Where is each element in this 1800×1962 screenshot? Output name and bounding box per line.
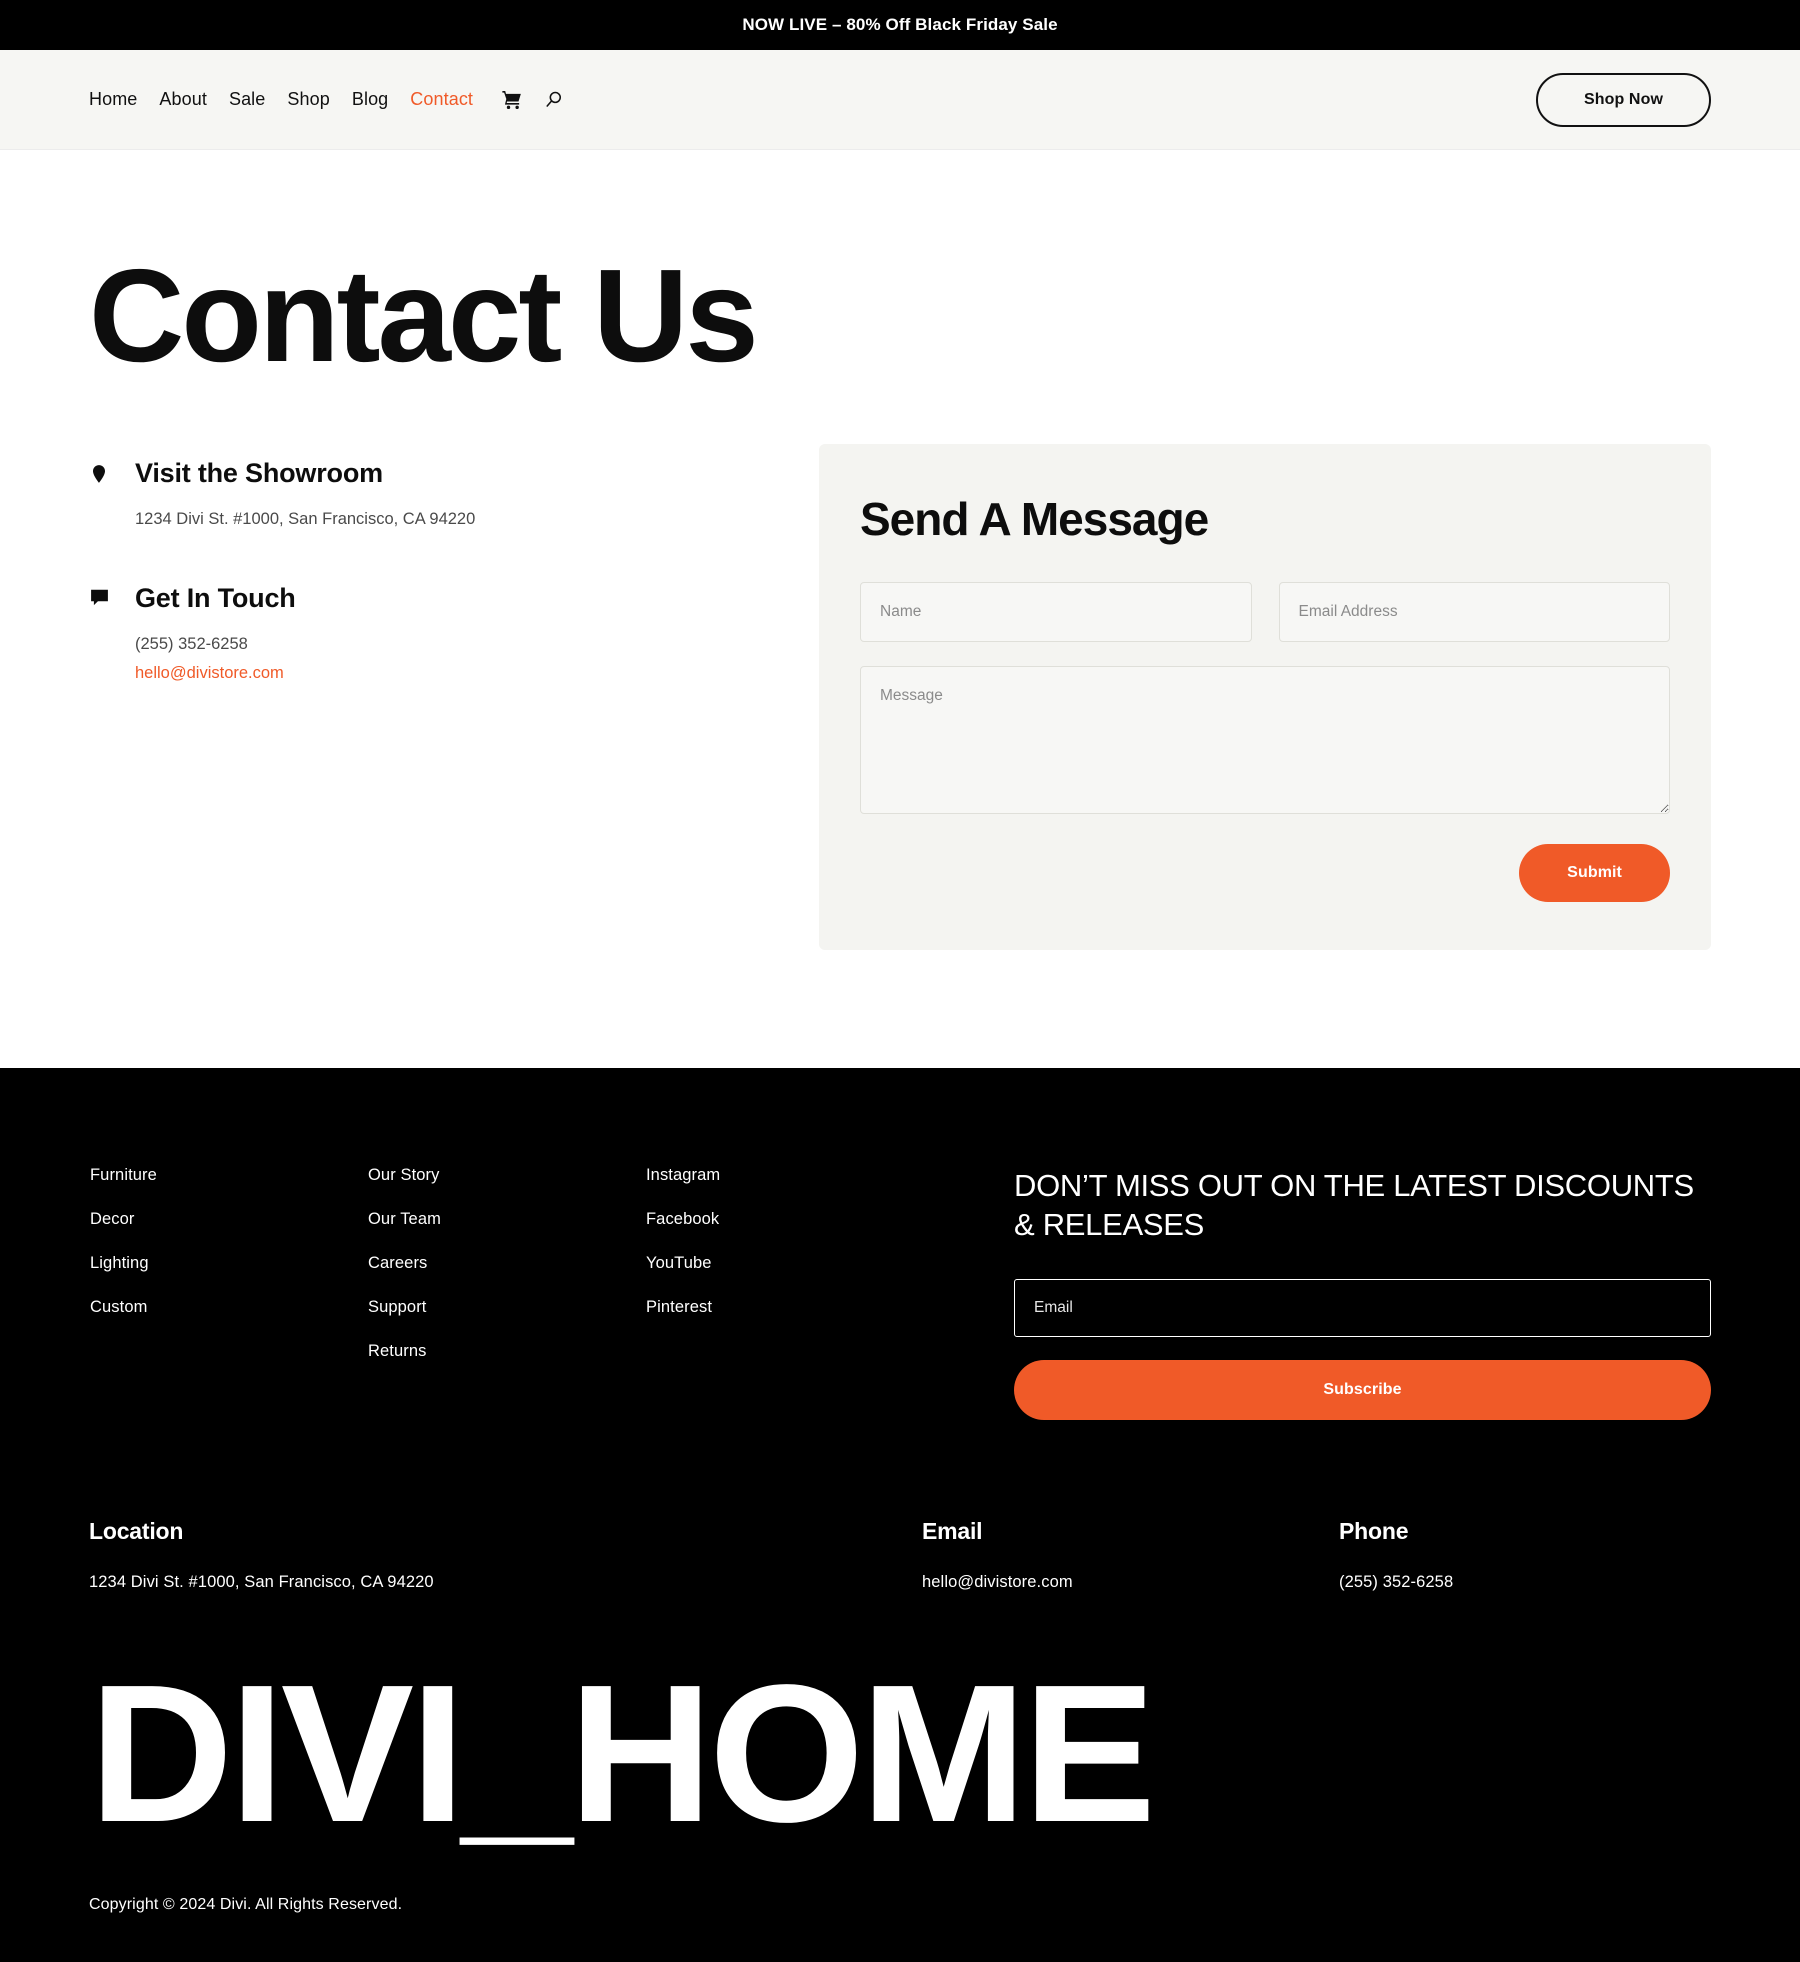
- subscribe-button[interactable]: Subscribe: [1014, 1359, 1711, 1420]
- footer-link-instagram[interactable]: Instagram: [646, 1166, 924, 1185]
- footer-link-furniture[interactable]: Furniture: [90, 1166, 368, 1185]
- footer-location-block: Location 1234 Divi St. #1000, San Franci…: [89, 1518, 922, 1592]
- contact-email-link[interactable]: hello@divistore.com: [135, 659, 284, 688]
- header-icon-group: [501, 89, 565, 111]
- nav-item-contact[interactable]: Contact: [410, 89, 473, 110]
- footer-link-facebook[interactable]: Facebook: [646, 1210, 924, 1229]
- footer-column-products: Furniture Decor Lighting Custom: [90, 1166, 368, 1420]
- email-input[interactable]: [1278, 581, 1670, 642]
- info-heading-showroom: Visit the Showroom: [135, 457, 383, 488]
- contact-section: Visit the Showroom 1234 Divi St. #1000, …: [0, 385, 1800, 1068]
- contact-phone: (255) 352-6258: [135, 635, 248, 654]
- footer-link-our-story[interactable]: Our Story: [368, 1166, 646, 1185]
- site-header: Home About Sale Shop Blog Contact Shop N: [0, 50, 1800, 150]
- footer-location-value: 1234 Divi St. #1000, San Francisco, CA 9…: [89, 1572, 434, 1591]
- announcement-bar: NOW LIVE – 80% Off Black Friday Sale: [0, 0, 1800, 50]
- form-row-name-email: [860, 581, 1670, 642]
- footer-link-returns[interactable]: Returns: [368, 1342, 646, 1361]
- newsletter-title: DON’T MISS OUT ON THE LATEST DISCOUNTS &…: [1014, 1167, 1694, 1243]
- footer-phone-heading: Phone: [1339, 1517, 1409, 1544]
- chat-bubble-icon: [89, 583, 115, 688]
- info-block-get-in-touch: Get In Touch (255) 352-6258 hello@divist…: [89, 583, 769, 688]
- nav-item-home[interactable]: Home: [89, 89, 137, 110]
- announcement-text: NOW LIVE – 80% Off Black Friday Sale: [742, 15, 1058, 34]
- showroom-address: 1234 Divi St. #1000, San Francisco, CA 9…: [135, 509, 476, 528]
- footer-link-lighting[interactable]: Lighting: [90, 1254, 368, 1273]
- footer-link-pinterest[interactable]: Pinterest: [646, 1298, 924, 1317]
- footer-phone-value[interactable]: (255) 352-6258: [1339, 1573, 1711, 1592]
- name-input[interactable]: [860, 581, 1252, 642]
- page-title: Contact Us: [89, 242, 759, 389]
- cart-icon[interactable]: [501, 89, 523, 111]
- form-title: Send A Message: [860, 492, 1209, 545]
- footer-contact-row: Location 1234 Divi St. #1000, San Franci…: [89, 1518, 1711, 1592]
- footer-column-company: Our Story Our Team Careers Support Retur…: [368, 1166, 646, 1420]
- hero-section: Contact Us: [0, 150, 1800, 386]
- form-actions: Submit: [860, 843, 1670, 902]
- info-block-showroom: Visit the Showroom 1234 Divi St. #1000, …: [89, 458, 769, 534]
- primary-navigation: Home About Sale Shop Blog Contact: [89, 89, 565, 111]
- footer-top: Furniture Decor Lighting Custom Our Stor…: [89, 1166, 1711, 1420]
- info-block-body: Visit the Showroom 1234 Divi St. #1000, …: [135, 458, 475, 534]
- footer-link-columns: Furniture Decor Lighting Custom Our Stor…: [89, 1166, 924, 1420]
- footer-email-heading: Email: [922, 1517, 983, 1544]
- shop-now-button[interactable]: Shop Now: [1535, 72, 1711, 127]
- footer-link-support[interactable]: Support: [368, 1298, 646, 1317]
- footer-location-heading: Location: [89, 1517, 184, 1544]
- info-heading-get-in-touch: Get In Touch: [135, 583, 296, 614]
- map-pin-icon: [89, 458, 115, 534]
- nav-item-blog[interactable]: Blog: [352, 89, 388, 110]
- footer-link-careers[interactable]: Careers: [368, 1254, 646, 1273]
- footer-phone-block: Phone (255) 352-6258: [1339, 1518, 1711, 1592]
- nav-item-about[interactable]: About: [159, 89, 207, 110]
- site-footer: Furniture Decor Lighting Custom Our Stor…: [0, 1067, 1800, 1962]
- footer-link-our-team[interactable]: Our Team: [368, 1210, 646, 1229]
- info-block-body: Get In Touch (255) 352-6258 hello@divist…: [135, 583, 296, 688]
- search-icon[interactable]: [543, 89, 565, 111]
- footer-link-youtube[interactable]: YouTube: [646, 1254, 924, 1273]
- brand-wordmark: DIVI_HOME: [89, 1643, 1156, 1863]
- submit-button[interactable]: Submit: [1519, 843, 1670, 902]
- contact-form-card: Send A Message Submit: [819, 443, 1711, 950]
- footer-email-block: Email hello@divistore.com: [922, 1518, 1339, 1592]
- nav-item-shop[interactable]: Shop: [287, 89, 329, 110]
- footer-link-custom[interactable]: Custom: [90, 1298, 368, 1317]
- footer-link-decor[interactable]: Decor: [90, 1210, 368, 1229]
- footer-email-value[interactable]: hello@divistore.com: [922, 1573, 1339, 1592]
- newsletter-email-input[interactable]: [1014, 1278, 1711, 1337]
- nav-item-sale[interactable]: Sale: [229, 89, 265, 110]
- copyright-text: Copyright © 2024 Divi. All Rights Reserv…: [89, 1896, 403, 1914]
- contact-info-column: Visit the Showroom 1234 Divi St. #1000, …: [89, 444, 769, 689]
- footer-column-social: Instagram Facebook YouTube Pinterest: [646, 1166, 924, 1420]
- message-textarea[interactable]: [860, 665, 1670, 814]
- newsletter-section: DON’T MISS OUT ON THE LATEST DISCOUNTS &…: [924, 1166, 1711, 1420]
